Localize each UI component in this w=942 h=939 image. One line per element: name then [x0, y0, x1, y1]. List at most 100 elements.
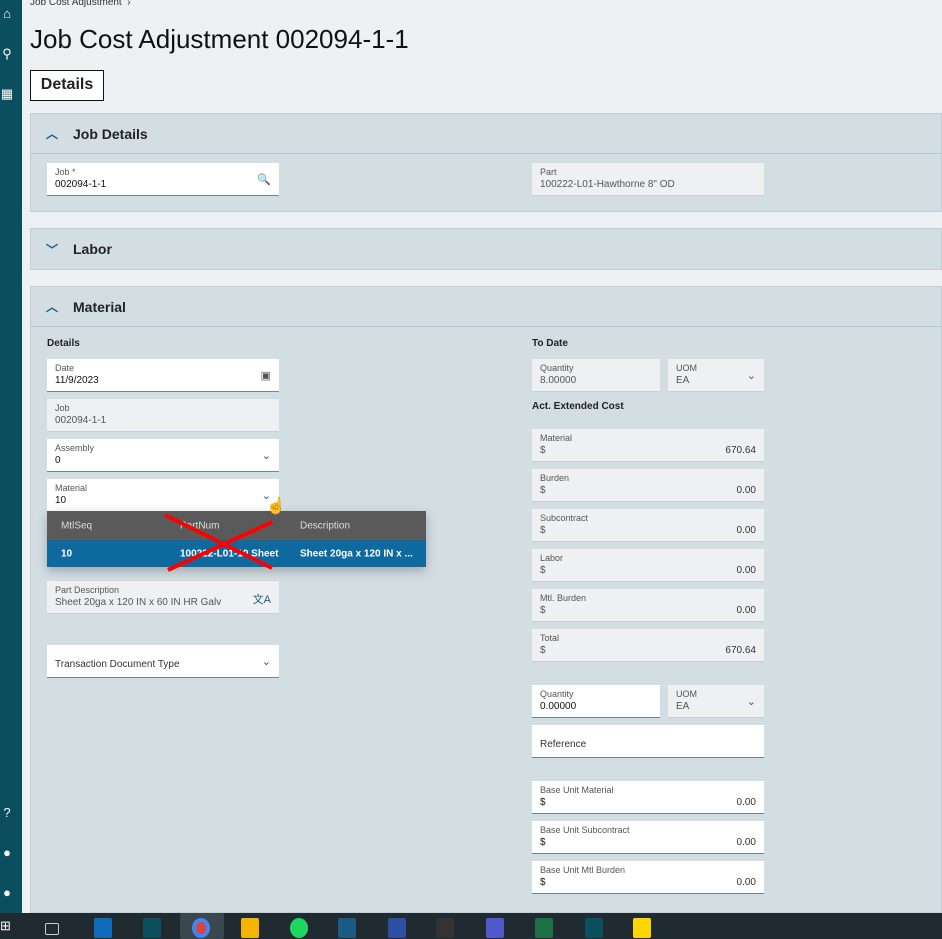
- taskbar: ⊞: [0, 913, 942, 939]
- currency: $: [540, 645, 546, 656]
- material-field[interactable]: Material 10 ⌄: [47, 479, 279, 512]
- calendar-icon[interactable]: ▣: [261, 369, 271, 382]
- help-icon[interactable]: ?: [0, 805, 14, 820]
- field-value[interactable]: 0.00: [737, 797, 756, 808]
- chevron-up-icon: ︿: [45, 300, 58, 314]
- field-value[interactable]: 0.00000: [540, 701, 652, 712]
- outlook-icon[interactable]: [94, 918, 112, 938]
- column-header-description: Description: [300, 520, 351, 531]
- cost-labor-field: Labor $0.00: [532, 549, 764, 582]
- job-readonly-field: Job 002094-1-1: [47, 399, 279, 432]
- cost-mtl-burden-field: Mtl. Burden $0.00: [532, 589, 764, 622]
- part-description-field: Part Description Sheet 20ga x 120 IN x 60…: [47, 581, 279, 614]
- field-label: Base Unit Mtl Burden: [540, 865, 626, 875]
- field-label: Base Unit Subcontract: [540, 825, 630, 835]
- field-value[interactable]: 0.00: [737, 877, 756, 888]
- part-field: Part 100222-L01-Hawthorne 8" OD: [532, 163, 764, 196]
- transaction-document-type-field[interactable]: Transaction Document Type ⌄: [47, 645, 279, 678]
- field-label: Quantity: [540, 363, 574, 373]
- uom-todate-field: UOM EA ⌄: [668, 359, 764, 392]
- field-value[interactable]: 0.00: [737, 837, 756, 848]
- job-details-header[interactable]: ︿ Job Details: [31, 114, 941, 154]
- currency: $: [540, 837, 546, 848]
- user-icon[interactable]: ●: [0, 885, 14, 900]
- quantity-field[interactable]: Quantity 0.00000: [532, 685, 660, 718]
- field-label: Mtl. Burden: [540, 593, 587, 603]
- uom-field[interactable]: UOM EA ⌄: [668, 685, 764, 718]
- field-label: Reference: [540, 739, 587, 750]
- field-label: Material: [55, 483, 88, 493]
- cost-burden-field: Burden $0.00: [532, 469, 764, 502]
- field-label: Base Unit Material: [540, 785, 614, 795]
- field-label: Transaction Document Type: [55, 659, 180, 670]
- apps-grid-icon[interactable]: ▦: [0, 86, 14, 102]
- details-tab[interactable]: Details: [30, 70, 104, 101]
- remote-desktop-icon[interactable]: [388, 918, 406, 938]
- file-explorer-icon[interactable]: [241, 918, 259, 938]
- field-value: 670.64: [725, 445, 756, 456]
- assembly-field[interactable]: Assembly 0 ⌄: [47, 439, 279, 472]
- field-label: Part Description: [55, 585, 120, 595]
- field-label: Quantity: [540, 689, 574, 699]
- field-label: Labor: [540, 553, 564, 563]
- field-label: UOM: [676, 363, 697, 373]
- epicor-icon-2[interactable]: [585, 918, 603, 938]
- search-lookup-icon[interactable]: 🔍: [257, 173, 271, 186]
- home-icon[interactable]: ⌂: [0, 6, 14, 21]
- field-label: Subcontract: [540, 513, 589, 523]
- section-label: Act. Extended Cost: [532, 401, 624, 412]
- panel-title: Job Details: [73, 125, 148, 142]
- translate-icon[interactable]: 文A: [253, 591, 271, 607]
- currency: $: [540, 445, 546, 456]
- field-label: UOM: [676, 689, 697, 699]
- base-unit-material-field[interactable]: Base Unit Material $0.00: [532, 781, 764, 814]
- currency: $: [540, 565, 546, 576]
- bell-icon[interactable]: ●: [0, 845, 14, 860]
- material-header[interactable]: ︿ Material: [31, 287, 941, 327]
- breadcrumb-item[interactable]: Job Cost Adjustment: [30, 0, 122, 8]
- chevron-up-icon: ︿: [45, 127, 58, 141]
- breadcrumb[interactable]: Job Cost Adjustment ›: [30, 0, 131, 8]
- field-label: Date: [55, 363, 75, 373]
- chevron-down-icon[interactable]: ⌄: [747, 695, 756, 708]
- field-value: 0.00: [736, 525, 756, 536]
- reference-field[interactable]: Reference: [532, 725, 764, 758]
- base-unit-subcontract-field[interactable]: Base Unit Subcontract $0.00: [532, 821, 764, 854]
- field-value: 100222-L01-Hawthorne 8" OD: [540, 179, 675, 190]
- page-title: Job Cost Adjustment 002094-1-1: [30, 24, 409, 54]
- date-field[interactable]: Date 11/9/2023 ▣: [47, 359, 279, 392]
- column-header-mtlseq: MtlSeq: [61, 520, 93, 531]
- sticky-notes-icon[interactable]: [633, 918, 651, 938]
- field-value: 11/9/2023: [55, 375, 99, 386]
- field-value[interactable]: 10: [55, 495, 271, 506]
- task-view-icon[interactable]: [45, 923, 59, 935]
- chevron-down-icon[interactable]: ⌄: [262, 449, 271, 462]
- search-icon[interactable]: ⚲: [0, 46, 14, 62]
- field-value: 0.00: [736, 565, 756, 576]
- field-label: Burden: [540, 473, 570, 483]
- cost-material-field: Material $670.64: [532, 429, 764, 462]
- windows-start-icon[interactable]: ⊞: [0, 918, 18, 938]
- teams-icon[interactable]: [486, 918, 504, 938]
- chart-app-icon[interactable]: [436, 918, 454, 938]
- chrome-icon[interactable]: [192, 918, 210, 938]
- labor-header[interactable]: ﹀ Labor: [31, 229, 941, 269]
- chevron-down-icon[interactable]: ⌄: [262, 655, 271, 668]
- epicor-icon[interactable]: [143, 918, 161, 938]
- field-value: 0.00: [736, 485, 756, 496]
- field-value: EA: [676, 375, 690, 386]
- cost-total-field: Total $670.64: [532, 629, 764, 662]
- field-label: Total: [540, 633, 560, 643]
- field-value: 0.00: [736, 605, 756, 616]
- cost-subcontract-field: Subcontract $0.00: [532, 509, 764, 542]
- excel-icon[interactable]: [535, 918, 553, 938]
- job-field[interactable]: Job * 002094-1-1 🔍: [47, 163, 279, 196]
- cell-mtlseq: 10: [61, 548, 73, 559]
- spotify-icon[interactable]: [290, 918, 308, 938]
- base-unit-mtl-burden-field[interactable]: Base Unit Mtl Burden $0.00: [532, 861, 764, 894]
- field-label: Assembly: [55, 443, 95, 453]
- currency: $: [540, 525, 546, 536]
- app-n-icon[interactable]: [338, 918, 356, 938]
- field-value: Sheet 20ga x 120 IN x 60 IN HR Galv: [55, 597, 222, 608]
- panel-title: Material: [73, 298, 126, 315]
